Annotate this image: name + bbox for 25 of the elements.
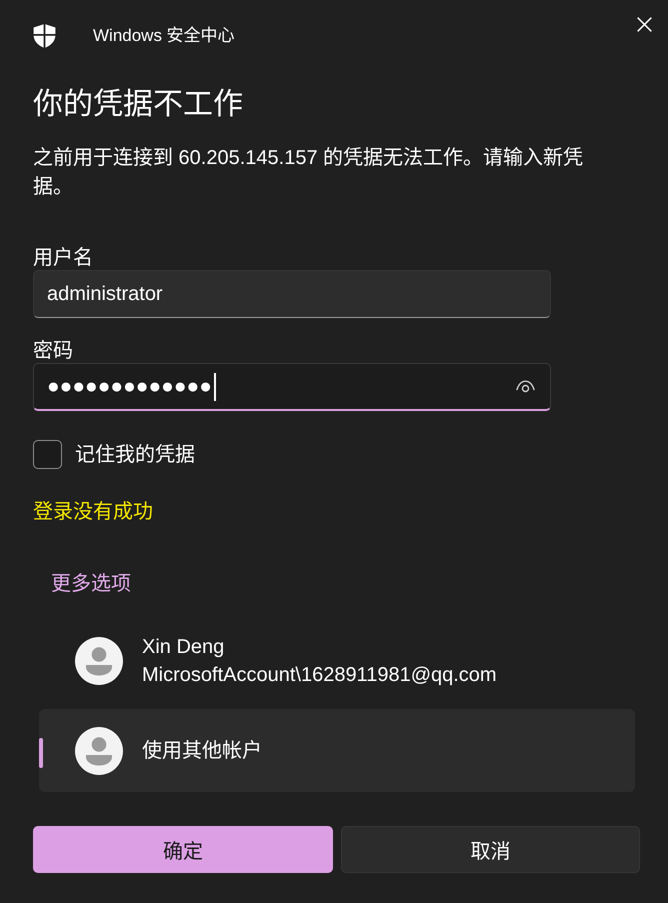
account-item[interactable]: 使用其他帐户: [39, 709, 635, 792]
account-item[interactable]: Xin Deng MicrosoftAccount\1628911981@qq.com: [39, 619, 635, 702]
username-field[interactable]: administrator: [33, 270, 551, 318]
close-icon[interactable]: [637, 17, 652, 32]
user-avatar-icon: [75, 636, 123, 684]
text-cursor-icon: [214, 372, 216, 400]
dialog-heading: 你的凭据不工作: [33, 87, 243, 123]
shield-icon: [33, 24, 56, 48]
account-name: 使用其他帐户: [142, 738, 262, 764]
user-avatar-icon: [75, 726, 123, 774]
selection-indicator-icon: [39, 738, 43, 768]
more-options-link[interactable]: 更多选项: [51, 566, 131, 602]
password-field[interactable]: ●●●●●●●●●●●●●: [33, 363, 551, 411]
eye-icon[interactable]: [516, 380, 535, 393]
field-label: 密码: [33, 339, 73, 363]
account-id: MicrosoftAccount\1628911981@qq.com: [142, 662, 497, 688]
field-label: 用户名: [33, 246, 93, 270]
confirm-button[interactable]: 确定: [33, 826, 333, 873]
dialog-message: 之前用于连接到 60.205.145.157 的凭据无法工作。请输入新凭据。: [33, 146, 584, 200]
account-name: Xin Deng: [142, 634, 226, 660]
window-title: Windows 安全中心: [93, 25, 235, 47]
error-message: 登录没有成功: [33, 500, 153, 524]
remember-checkbox[interactable]: [33, 440, 62, 469]
checkbox-label: 记住我的凭据: [75, 442, 195, 466]
cancel-button[interactable]: 取消: [341, 826, 640, 873]
